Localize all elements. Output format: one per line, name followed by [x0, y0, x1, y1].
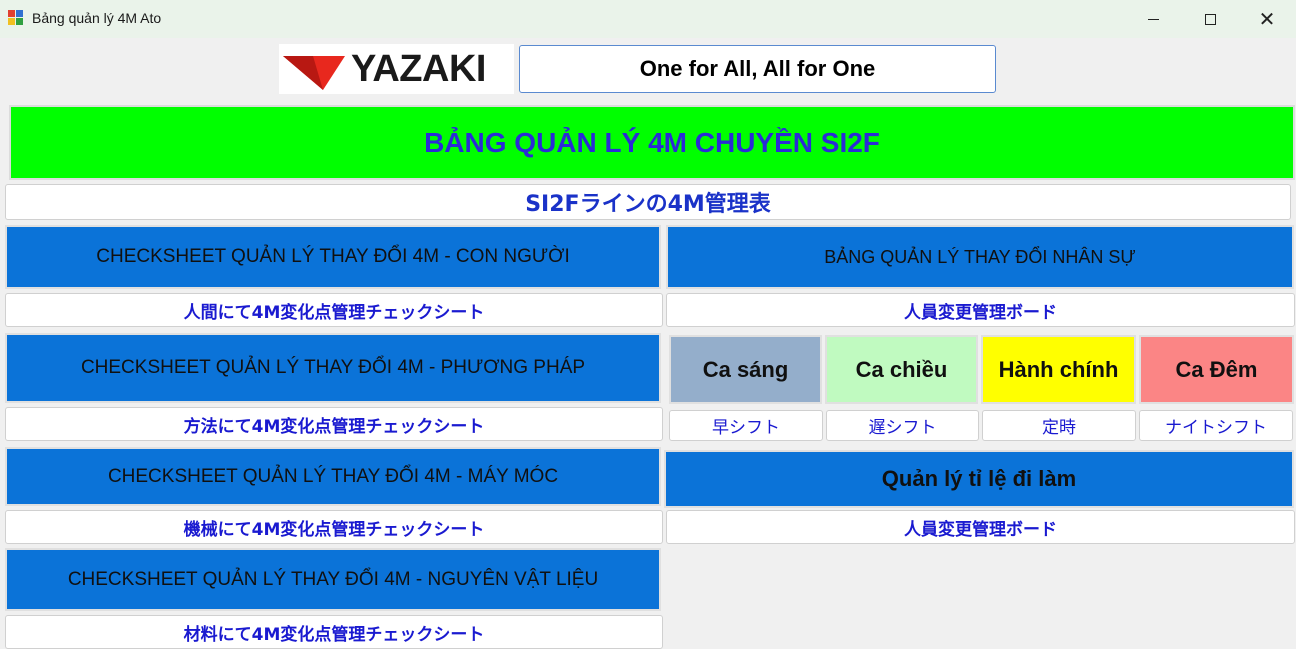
- logo-text: YAZAKI: [351, 48, 486, 90]
- checksheet-method-jp-label: 方法にて4M変化点管理チェックシート: [5, 407, 663, 441]
- shift-office-button[interactable]: Hành chính: [981, 335, 1136, 404]
- shift-night-button[interactable]: Ca Đêm: [1139, 335, 1294, 404]
- window-title: Bảng quản lý 4M Ato: [32, 10, 162, 26]
- main-title: BẢNG QUẢN LÝ 4M CHUYỀN SI2F: [424, 126, 880, 158]
- maximize-button[interactable]: [1181, 0, 1239, 38]
- yazaki-logo-mark-icon: [283, 56, 345, 90]
- jp-title: SI2Fラインの4M管理表: [5, 184, 1291, 220]
- attendance-rate-button[interactable]: Quản lý tỉ lệ đi làm: [664, 450, 1294, 508]
- checksheet-people-button[interactable]: CHECKSHEET QUẢN LÝ THAY ĐỔI 4M - CON NGƯ…: [5, 225, 661, 289]
- shift-afternoon-jp-label: 遅シフト: [826, 410, 979, 441]
- personnel-board-jp-label: 人員変更管理ボード: [666, 293, 1295, 327]
- close-button[interactable]: ✕: [1238, 0, 1296, 38]
- title-bar: Bảng quản lý 4M Ato ✕: [0, 0, 1296, 38]
- shift-morning-button[interactable]: Ca sáng: [669, 335, 822, 404]
- personnel-board-button[interactable]: BẢNG QUẢN LÝ THAY ĐỔI NHÂN SỰ: [666, 225, 1294, 289]
- yazaki-logo: YAZAKI: [279, 44, 514, 94]
- main-title-panel: BẢNG QUẢN LÝ 4M CHUYỀN SI2F: [9, 105, 1295, 180]
- close-icon: ✕: [1258, 7, 1276, 31]
- checksheet-people-jp-label: 人間にて4M変化点管理チェックシート: [5, 293, 663, 327]
- shift-night-jp-label: ナイトシフト: [1139, 410, 1293, 441]
- minimize-icon: [1147, 18, 1159, 20]
- checksheet-material-jp-label: 材料にて4M変化点管理チェックシート: [5, 615, 663, 649]
- shift-morning-jp-label: 早シフト: [669, 410, 823, 441]
- minimize-button[interactable]: [1124, 0, 1182, 38]
- checksheet-method-button[interactable]: CHECKSHEET QUẢN LÝ THAY ĐỔI 4M - PHƯƠNG …: [5, 333, 661, 403]
- maximize-icon: [1204, 13, 1216, 25]
- shift-afternoon-button[interactable]: Ca chiều: [825, 335, 978, 404]
- app-icon: [8, 10, 24, 26]
- shift-office-jp-label: 定時: [982, 410, 1136, 441]
- attendance-jp-label: 人員変更管理ボード: [666, 510, 1295, 544]
- checksheet-material-button[interactable]: CHECKSHEET QUẢN LÝ THAY ĐỔI 4M - NGUYÊN …: [5, 548, 661, 611]
- checksheet-machine-button[interactable]: CHECKSHEET QUẢN LÝ THAY ĐỔI 4M - MÁY MÓC: [5, 447, 661, 506]
- checksheet-machine-jp-label: 機械にて4M変化点管理チェックシート: [5, 510, 663, 544]
- slogan-field: One for All, All for One: [519, 45, 996, 93]
